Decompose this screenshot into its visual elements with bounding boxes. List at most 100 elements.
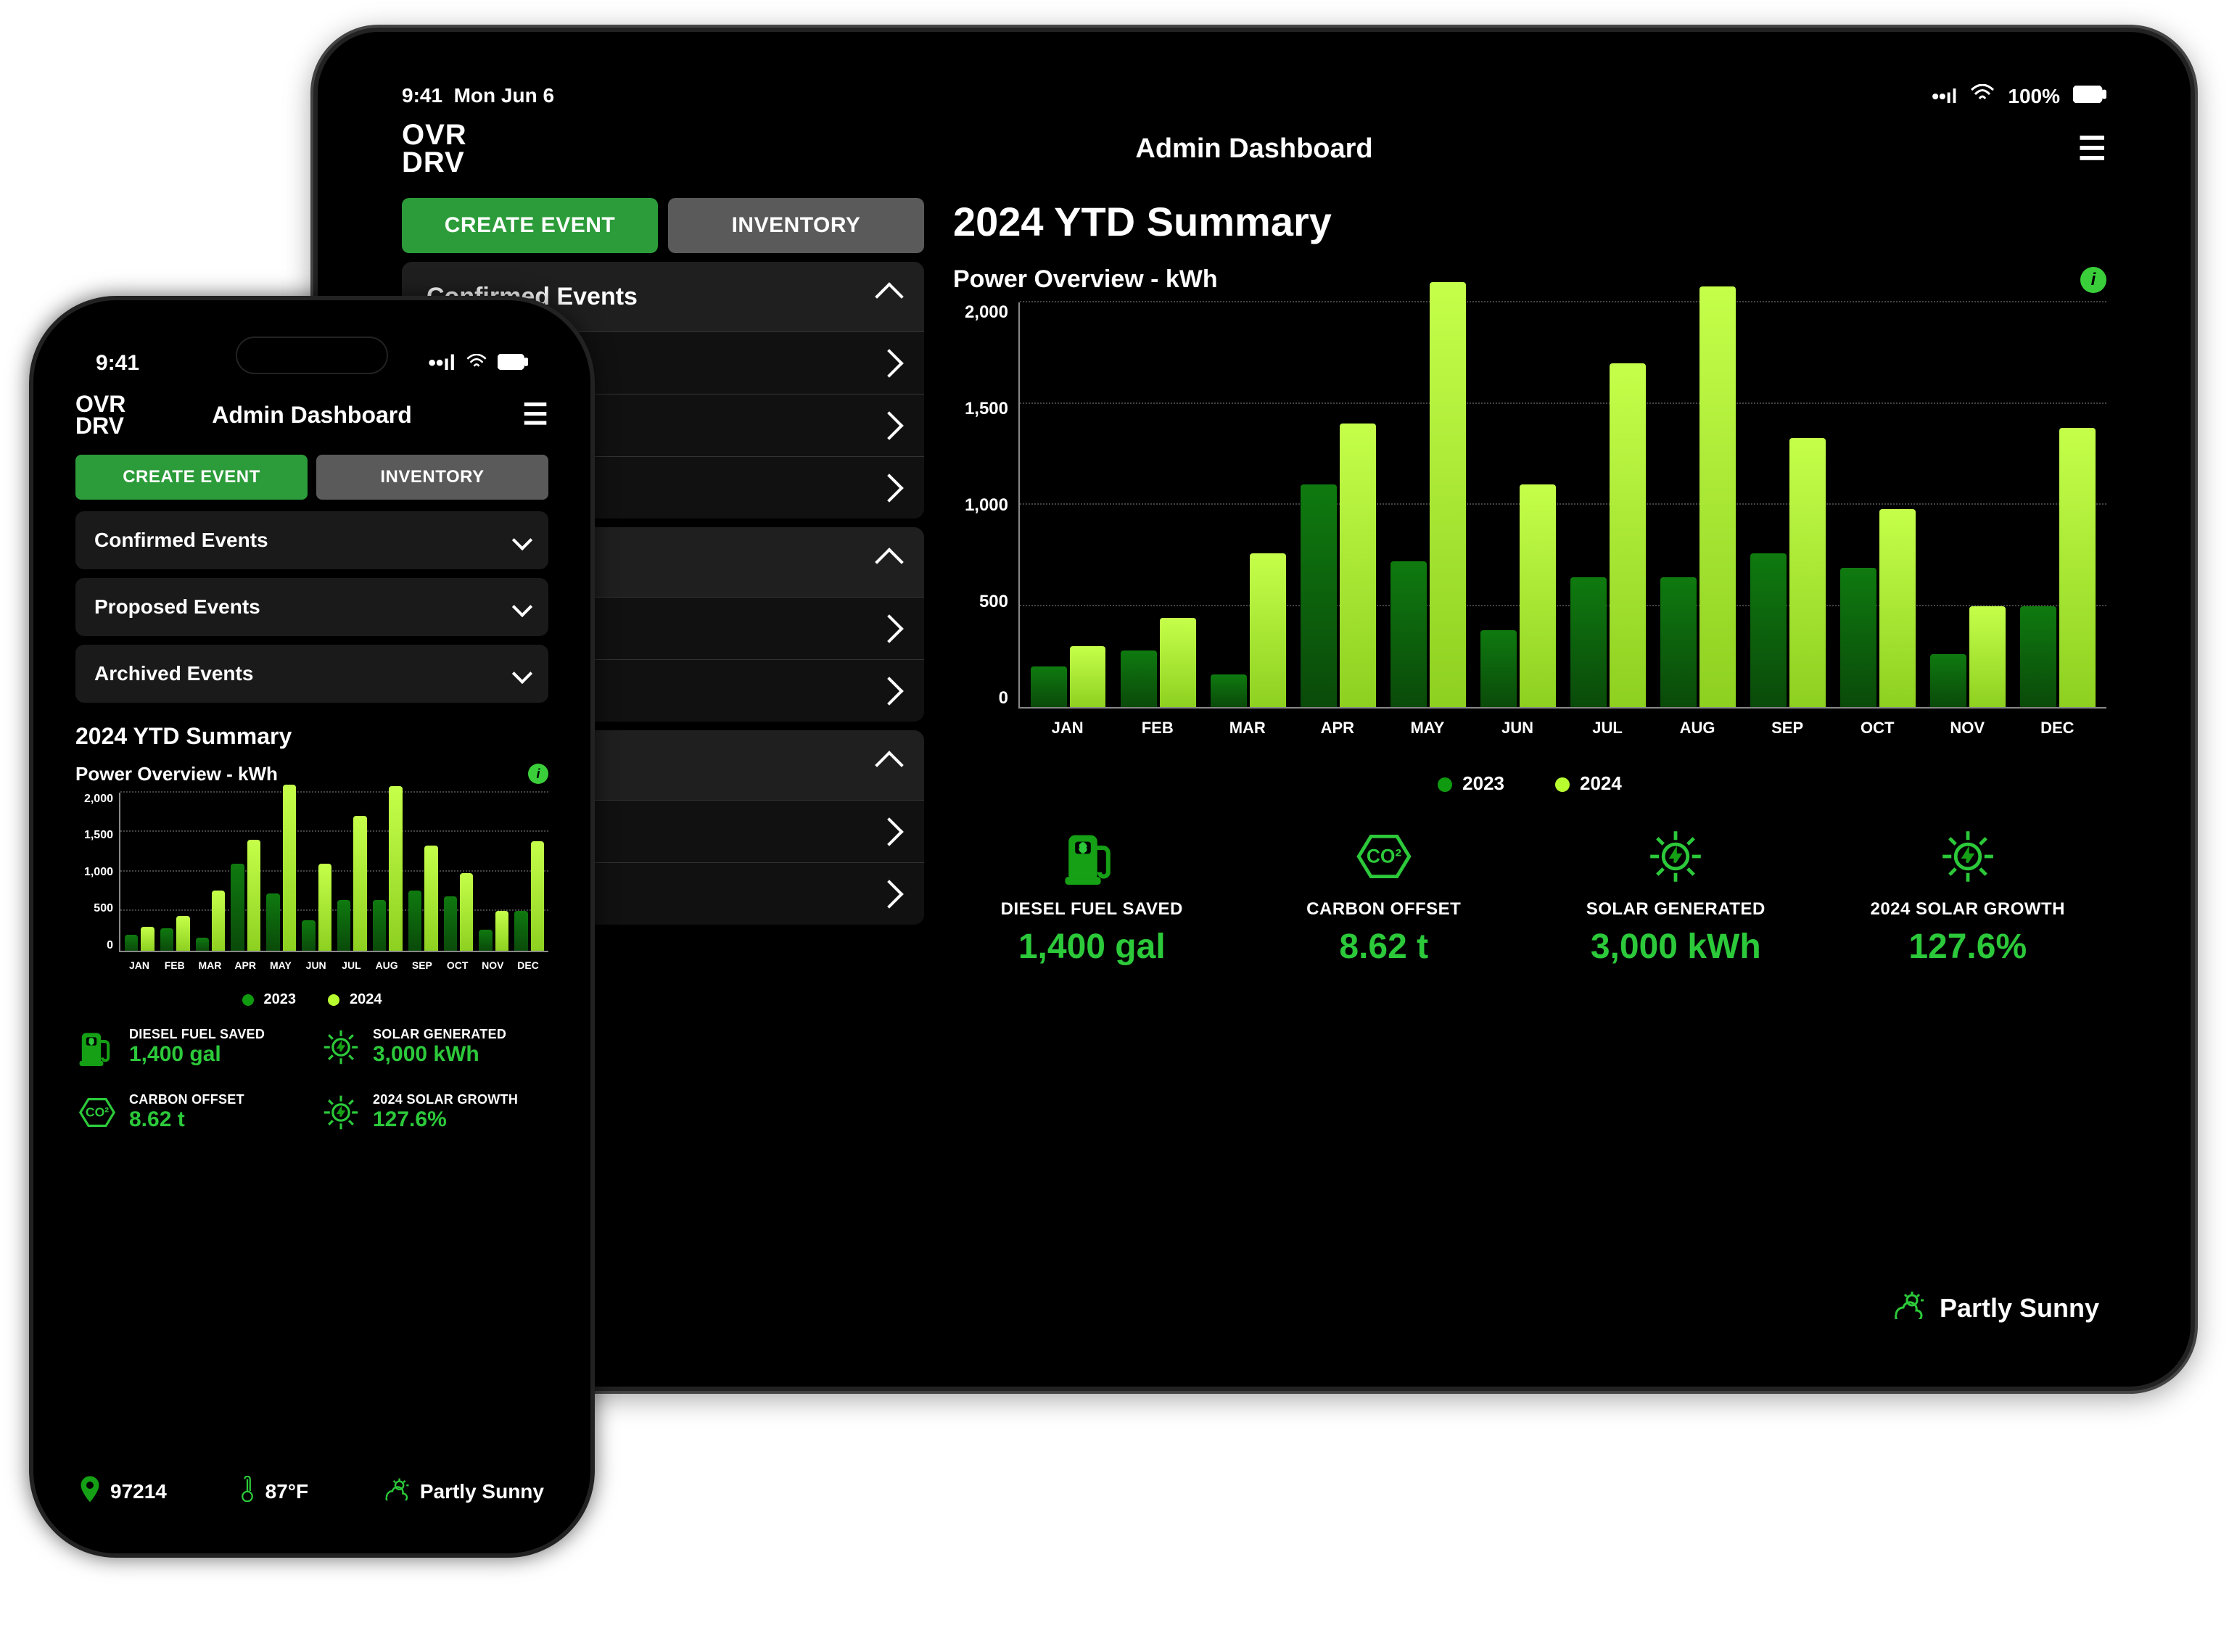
- y-tick: 1,000: [953, 495, 1008, 516]
- bar-2023[interactable]: [1031, 666, 1067, 707]
- bar-2024[interactable]: [1969, 606, 2006, 708]
- x-tick: NOV: [477, 952, 508, 981]
- inventory-button[interactable]: INVENTORY: [316, 455, 548, 500]
- bar-group: [337, 793, 367, 951]
- bar-2023[interactable]: [266, 893, 279, 950]
- bar-2024[interactable]: [389, 786, 402, 951]
- bar-2023[interactable]: [196, 938, 209, 950]
- bar-2024[interactable]: [495, 911, 508, 951]
- bar-2023[interactable]: [408, 891, 421, 951]
- app-header: OVRDRV Admin Dashboard ☰: [402, 121, 2106, 176]
- stat-label: CARBON OFFSET: [129, 1092, 244, 1107]
- bar-2023[interactable]: [160, 928, 173, 951]
- bar-2023[interactable]: [2020, 606, 2056, 708]
- bar-2024[interactable]: [283, 785, 296, 951]
- bar-2023[interactable]: [125, 935, 138, 951]
- bar-2023[interactable]: [1840, 568, 1876, 708]
- stat-card: $ DIESEL FUEL SAVED 1,400 gal: [953, 824, 1231, 967]
- bar-2024[interactable]: [460, 873, 473, 951]
- y-tick: 500: [75, 902, 113, 915]
- stat-value: 127.6%: [1829, 927, 2107, 967]
- bar-2024[interactable]: [247, 840, 260, 951]
- logo[interactable]: OVRDRV: [402, 121, 467, 176]
- fuel-icon: $: [75, 1025, 119, 1069]
- bar-2024[interactable]: [176, 916, 189, 951]
- stat-label: SOLAR GENERATED: [1537, 899, 1815, 920]
- bar-2023[interactable]: [1930, 654, 1966, 707]
- bar-2024[interactable]: [1879, 509, 1916, 707]
- stat-value: 3,000 kWh: [373, 1042, 506, 1067]
- page-title: Admin Dashboard: [1135, 133, 1372, 165]
- legend-dot-icon: [242, 994, 254, 1006]
- bar-2024[interactable]: [531, 841, 544, 950]
- bar-2023[interactable]: [444, 896, 457, 951]
- bar-2024[interactable]: [424, 846, 437, 951]
- create-event-button[interactable]: CREATE EVENT: [75, 455, 308, 500]
- bar-2024[interactable]: [1160, 618, 1196, 707]
- create-event-button[interactable]: CREATE EVENT: [402, 198, 658, 253]
- x-tick: JUN: [1480, 709, 1555, 752]
- x-tick: SEP: [1750, 709, 1825, 752]
- bar-2024[interactable]: [212, 891, 225, 951]
- signal-icon: ••ıl: [1932, 85, 1957, 108]
- archived-events-header[interactable]: Archived Events: [75, 645, 548, 703]
- bar-2024[interactable]: [1699, 286, 1736, 707]
- bar-group: [1660, 302, 1736, 707]
- bar-2024[interactable]: [1789, 438, 1826, 707]
- inventory-button[interactable]: INVENTORY: [668, 198, 924, 253]
- weather-icon: [381, 1477, 410, 1506]
- bar-2023[interactable]: [1660, 577, 1697, 707]
- chart-legend: 2023 2024: [75, 991, 548, 1008]
- stat-value: 1,400 gal: [953, 927, 1231, 967]
- bar-2024[interactable]: [1430, 282, 1466, 707]
- co2-icon: CO²: [75, 1091, 119, 1134]
- bar-2023[interactable]: [337, 900, 350, 951]
- bar-2023[interactable]: [1390, 561, 1427, 707]
- bar-2023[interactable]: [1301, 484, 1337, 707]
- svg-text:CO²: CO²: [1367, 845, 1402, 867]
- hamburger-menu-icon[interactable]: ☰: [2078, 131, 2106, 168]
- bar-2024[interactable]: [1340, 424, 1376, 707]
- bar-2023[interactable]: [1570, 577, 1607, 707]
- battery-text: 100%: [2008, 85, 2060, 108]
- stat-value: 3,000 kWh: [1537, 927, 1815, 967]
- bar-2023[interactable]: [231, 864, 244, 951]
- bar-2024[interactable]: [353, 816, 366, 950]
- temperature-value: 87°F: [265, 1480, 308, 1503]
- bar-2024[interactable]: [1520, 484, 1556, 707]
- bar-2023[interactable]: [373, 900, 386, 951]
- info-icon[interactable]: i: [2080, 267, 2106, 293]
- legend-2024: 2024: [328, 991, 382, 1008]
- bar-2024[interactable]: [1250, 553, 1286, 707]
- bar-2023[interactable]: [1480, 630, 1517, 707]
- bar-2024[interactable]: [1610, 363, 1646, 707]
- y-tick: 2,000: [953, 302, 1008, 323]
- weather-icon: [1889, 1290, 1925, 1326]
- bar-2024[interactable]: [2059, 428, 2096, 707]
- bar-2024[interactable]: [1070, 646, 1106, 707]
- confirmed-events-header[interactable]: Confirmed Events: [75, 511, 548, 569]
- bar-2023[interactable]: [1750, 553, 1787, 707]
- bar-2023[interactable]: [479, 930, 492, 950]
- proposed-events-header[interactable]: Proposed Events: [75, 578, 548, 636]
- chevron-right-icon: [875, 411, 904, 440]
- tablet-device: 9:41 Mon Jun 6 ••ıl 100% OVRDRV Admin Da…: [313, 28, 2195, 1391]
- bar-group: [1930, 302, 2006, 707]
- bar-2024[interactable]: [318, 864, 331, 951]
- x-tick: JUL: [336, 952, 367, 981]
- bar-2023[interactable]: [302, 920, 315, 950]
- bar-2023[interactable]: [514, 911, 527, 951]
- chevron-down-icon: [512, 597, 532, 617]
- bar-2024[interactable]: [141, 927, 154, 951]
- x-tick: MAY: [265, 952, 296, 981]
- hamburger-menu-icon[interactable]: ☰: [522, 398, 548, 431]
- power-chart: 2,0001,5001,0005000JANFEBMARAPRMAYJUNJUL…: [75, 793, 548, 981]
- bar-2023[interactable]: [1211, 674, 1247, 707]
- bar-2023[interactable]: [1121, 651, 1157, 707]
- logo[interactable]: OVRDRV: [75, 393, 125, 437]
- x-tick: AUG: [1660, 709, 1735, 752]
- info-icon[interactable]: i: [528, 764, 548, 784]
- svg-text:CO²: CO²: [86, 1104, 109, 1119]
- bar-group: [196, 793, 226, 951]
- status-bar: 9:41 Mon Jun 6 ••ıl 100%: [402, 84, 2106, 108]
